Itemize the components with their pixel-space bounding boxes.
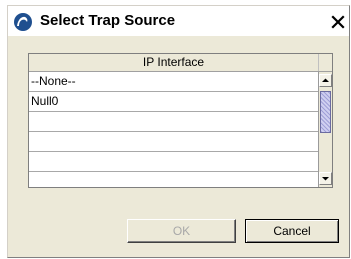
table-header: IP Interface bbox=[29, 54, 332, 72]
scroll-down-button[interactable] bbox=[319, 172, 332, 185]
scroll-thumb[interactable] bbox=[320, 91, 331, 133]
cancel-button[interactable]: Cancel bbox=[245, 219, 339, 243]
title-bar[interactable]: Select Trap Source bbox=[8, 6, 349, 36]
table-row[interactable]: --None-- bbox=[29, 72, 318, 92]
table-row[interactable] bbox=[29, 112, 318, 132]
table-row[interactable] bbox=[29, 132, 318, 152]
table-row[interactable]: Null0 bbox=[29, 92, 318, 112]
table-body: --None-- Null0 bbox=[29, 72, 318, 187]
header-corner bbox=[318, 54, 332, 71]
arrow-down-icon bbox=[322, 177, 329, 181]
table-row[interactable] bbox=[29, 152, 318, 172]
select-trap-source-dialog: Select Trap Source IP Interface --None--… bbox=[7, 5, 350, 258]
arrow-up-icon bbox=[322, 78, 329, 82]
column-header-ip-interface[interactable]: IP Interface bbox=[29, 54, 318, 71]
ok-button[interactable]: OK bbox=[127, 219, 236, 243]
app-logo-icon bbox=[14, 13, 32, 31]
close-icon[interactable] bbox=[330, 14, 346, 30]
dialog-title: Select Trap Source bbox=[40, 12, 176, 29]
scroll-up-button[interactable] bbox=[319, 74, 332, 87]
table-row[interactable] bbox=[29, 172, 318, 187]
ip-interface-table: IP Interface --None-- Null0 bbox=[28, 53, 333, 188]
vertical-scrollbar[interactable] bbox=[318, 72, 332, 187]
